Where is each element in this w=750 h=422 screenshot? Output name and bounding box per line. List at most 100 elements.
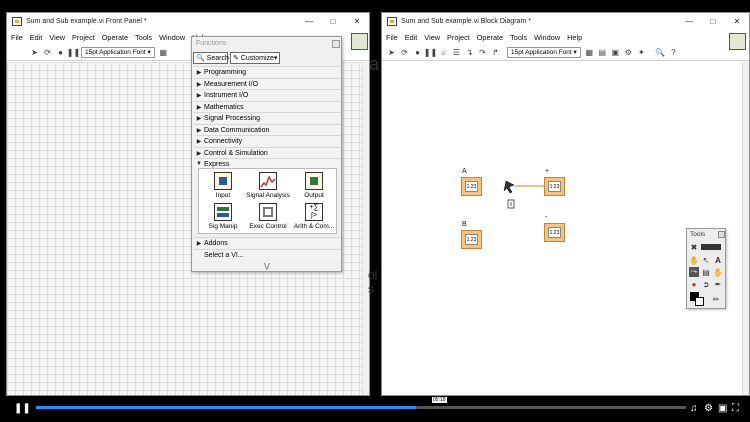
run-arrow-icon[interactable]: ➤ bbox=[29, 47, 40, 58]
minimize-icon[interactable]: — bbox=[677, 17, 701, 26]
control-a-terminal[interactable]: 1.23 bbox=[461, 177, 482, 196]
block-diagram-scrollbar[interactable] bbox=[742, 62, 749, 395]
control-a-value: 1.23 bbox=[465, 181, 478, 192]
category-data-communication[interactable]: ▶ Data Communication bbox=[194, 124, 341, 135]
resize-icon[interactable]: ▣ bbox=[610, 47, 621, 58]
express-arith-comparison[interactable]: +∑ ∫> Arith & Com... bbox=[292, 203, 336, 230]
minimize-icon[interactable]: — bbox=[297, 17, 321, 26]
block-diagram-title: Sum and Sub example.vi Block Diagram * bbox=[401, 18, 531, 25]
step-over-icon[interactable]: ↷ bbox=[477, 47, 488, 58]
breakpoint-tool-icon[interactable]: ● bbox=[689, 279, 699, 289]
operate-tool-icon[interactable]: ✋ bbox=[689, 255, 699, 265]
auto-tool-icon[interactable]: ✖ bbox=[689, 242, 699, 252]
expand-arrow-icon: ▶ bbox=[196, 127, 202, 134]
distribute-icon[interactable]: ▤ bbox=[597, 47, 608, 58]
more-chevron-icon[interactable]: ⋁ bbox=[264, 262, 270, 270]
category-control-simulation[interactable]: ▶ Control & Simulation bbox=[194, 147, 341, 158]
category-addons[interactable]: ▶ Addons bbox=[194, 237, 341, 248]
express-signal-analysis[interactable]: Signal Analysis bbox=[246, 172, 290, 199]
menu-view[interactable]: View bbox=[424, 33, 440, 42]
menu-operate[interactable]: Operate bbox=[102, 33, 128, 42]
search-icon[interactable]: 🔍 bbox=[655, 47, 666, 58]
category-measurement-io[interactable]: ▶ Measurement I/O bbox=[194, 78, 341, 89]
pin-icon[interactable] bbox=[332, 40, 340, 48]
get-color-tool-icon[interactable]: ✒ bbox=[713, 279, 723, 289]
close-icon[interactable]: ✕ bbox=[345, 17, 369, 26]
pause-icon[interactable]: ❚❚ bbox=[424, 47, 437, 58]
express-sig-manip[interactable]: Sig Manip bbox=[201, 203, 245, 230]
menu-operate[interactable]: Operate bbox=[477, 33, 503, 42]
help-icon[interactable]: ? bbox=[668, 47, 679, 58]
fullscreen-icon[interactable]: ⛶ bbox=[732, 402, 739, 414]
vi-icon-thumbnail[interactable] bbox=[729, 33, 746, 50]
probe-tool-icon[interactable]: ➲ bbox=[701, 279, 711, 289]
menu-tools[interactable]: Tools bbox=[135, 33, 152, 42]
miniplayer-icon[interactable]: ▣ bbox=[718, 402, 727, 414]
menu-help[interactable]: Help bbox=[567, 33, 582, 42]
close-icon[interactable]: ✕ bbox=[725, 17, 749, 26]
express-exec-control[interactable]: Exec Control bbox=[246, 203, 290, 230]
wiring-tool-icon[interactable]: ⤳ bbox=[689, 267, 699, 277]
partial-text-a: a bbox=[369, 54, 380, 74]
menu-window[interactable]: Window bbox=[159, 33, 185, 42]
font-selector[interactable]: 15pt Application Font ▾ bbox=[507, 46, 581, 58]
run-arrow-icon[interactable]: ➤ bbox=[386, 47, 397, 58]
maximize-icon[interactable]: □ bbox=[321, 17, 345, 26]
color-swatch-icon[interactable] bbox=[690, 292, 704, 306]
partial-text-ol: ol bbox=[368, 268, 378, 282]
abort-icon[interactable]: ● bbox=[55, 47, 66, 58]
vi-icon-thumbnail[interactable] bbox=[351, 33, 368, 50]
menu-view[interactable]: View bbox=[49, 33, 65, 42]
search-button[interactable]: 🔍 Search bbox=[193, 52, 229, 64]
pause-icon[interactable]: ❚❚ bbox=[14, 402, 31, 414]
menu-tools[interactable]: Tools bbox=[510, 33, 527, 42]
tools-palette: Tools ✖ ✋ ↖ A ⤳ ▤ ✋ ● ➲ ✒ ✏ bbox=[686, 228, 726, 309]
express-output[interactable]: Output bbox=[292, 172, 336, 199]
output-icon bbox=[305, 172, 323, 190]
select-a-vi[interactable]: Select a VI... bbox=[194, 249, 341, 260]
control-b-terminal[interactable]: 1.23 bbox=[461, 230, 482, 249]
menu-project[interactable]: Project bbox=[447, 33, 470, 42]
express-input[interactable]: Input bbox=[201, 172, 245, 199]
shortcut-menu-tool-icon[interactable]: ▤ bbox=[701, 267, 711, 277]
step-out-icon[interactable]: ↱ bbox=[490, 47, 501, 58]
align-icon[interactable]: ▦ bbox=[584, 47, 595, 58]
retain-wire-values-icon[interactable]: ☰ bbox=[451, 47, 462, 58]
pause-icon[interactable]: ❚❚ bbox=[67, 47, 80, 58]
customize-icon: ✎ bbox=[233, 55, 239, 62]
menu-edit[interactable]: Edit bbox=[405, 33, 418, 42]
cleanup-diagram-icon[interactable]: ✦ bbox=[636, 47, 647, 58]
align-icon[interactable]: ▦ bbox=[158, 47, 169, 58]
run-continuous-icon[interactable]: ⟳ bbox=[42, 47, 53, 58]
menu-project[interactable]: Project bbox=[72, 33, 95, 42]
abort-icon[interactable]: ● bbox=[412, 47, 423, 58]
text-tool-icon[interactable]: A bbox=[713, 255, 723, 265]
menu-window[interactable]: Window bbox=[534, 33, 560, 42]
menu-file[interactable]: File bbox=[11, 33, 23, 42]
coloring-tool-icon[interactable]: ✏ bbox=[711, 294, 721, 304]
category-mathematics[interactable]: ▶ Mathematics bbox=[194, 101, 341, 112]
step-into-icon[interactable]: ↴ bbox=[464, 47, 475, 58]
category-instrument-io[interactable]: ▶ Instrument I/O bbox=[194, 89, 341, 100]
settings-icon[interactable]: ⚙ bbox=[704, 402, 713, 414]
indicator-diff-terminal[interactable]: 1.23 bbox=[544, 223, 565, 242]
customize-button[interactable]: ✎ Customize ▾ bbox=[230, 52, 280, 64]
font-selector[interactable]: 15pt Application Font ▾ bbox=[81, 46, 155, 58]
video-control-bar bbox=[0, 396, 750, 422]
scroll-tool-icon[interactable]: ✋ bbox=[713, 267, 723, 277]
menu-file[interactable]: File bbox=[386, 33, 398, 42]
category-signal-processing[interactable]: ▶ Signal Processing bbox=[194, 112, 341, 123]
front-panel-scrollbar[interactable] bbox=[362, 62, 369, 395]
menu-edit[interactable]: Edit bbox=[30, 33, 43, 42]
block-diagram-titlebar[interactable]: Sum and Sub example.vi Block Diagram * —… bbox=[382, 13, 749, 30]
category-connectivity[interactable]: ▶ Connectivity bbox=[194, 135, 341, 146]
run-continuous-icon[interactable]: ⟳ bbox=[399, 47, 410, 58]
close-icon[interactable] bbox=[718, 231, 725, 238]
maximize-icon[interactable]: □ bbox=[701, 17, 725, 26]
category-programming[interactable]: ▶ Programming bbox=[194, 66, 341, 77]
front-panel-titlebar[interactable]: Sum and Sub example.vi Front Panel * — □… bbox=[7, 13, 369, 30]
reorder-icon[interactable]: ⚙ bbox=[623, 47, 634, 58]
volume-icon[interactable]: ♫ bbox=[690, 402, 698, 414]
position-tool-icon[interactable]: ↖ bbox=[701, 255, 711, 265]
highlight-execution-icon[interactable]: ☼ bbox=[438, 47, 449, 58]
